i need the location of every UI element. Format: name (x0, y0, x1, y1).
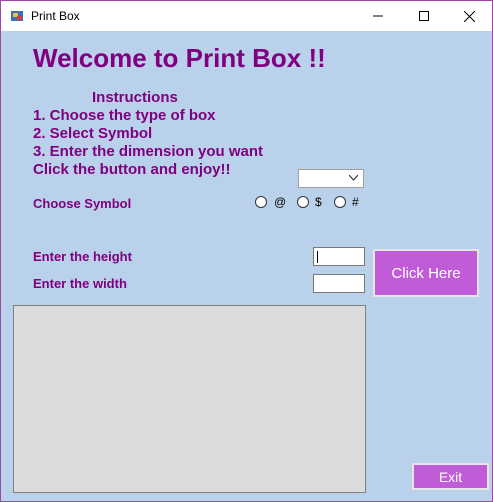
click-here-button[interactable]: Click Here (373, 249, 479, 297)
maximize-icon (419, 11, 429, 21)
radio-hash-label[interactable]: # (352, 195, 359, 209)
instruction-line-3: 3. Enter the dimension you want (33, 143, 264, 160)
instruction-line-1: 1. Choose the type of box (33, 107, 216, 124)
maximize-button[interactable] (401, 1, 447, 31)
title-bar[interactable]: Print Box (1, 1, 492, 31)
instructions-title: Instructions (92, 89, 178, 106)
close-icon (463, 10, 475, 22)
instruction-line-4: Click the button and enjoy!! (33, 161, 231, 178)
window-title: Print Box (31, 9, 80, 23)
width-label: Enter the width (33, 276, 127, 291)
width-input[interactable] (313, 274, 365, 293)
radio-dollar[interactable] (297, 196, 309, 208)
close-button[interactable] (446, 1, 492, 31)
radio-hash[interactable] (334, 196, 346, 208)
height-input[interactable] (313, 247, 365, 266)
instruction-line-2: 2. Select Symbol (33, 125, 153, 142)
text-caret (317, 251, 318, 263)
box-type-dropdown[interactable] (298, 169, 364, 188)
choose-symbol-label: Choose Symbol (33, 196, 132, 211)
minimize-button[interactable] (355, 1, 401, 31)
app-icon (11, 11, 23, 21)
radio-at-label[interactable]: @ (274, 195, 286, 209)
welcome-heading: Welcome to Print Box !! (33, 43, 326, 73)
radio-at[interactable] (255, 196, 267, 208)
radio-dollar-label[interactable]: $ (315, 195, 322, 209)
chevron-down-icon (349, 175, 358, 181)
app-window: Print Box Welcome to Print Box !! Instru… (0, 0, 493, 502)
output-display (13, 305, 366, 493)
exit-button[interactable]: Exit (412, 463, 489, 490)
minimize-icon (373, 15, 383, 17)
height-label: Enter the height (33, 249, 132, 264)
form-body: Welcome to Print Box !! Instructions 1. … (1, 31, 492, 501)
